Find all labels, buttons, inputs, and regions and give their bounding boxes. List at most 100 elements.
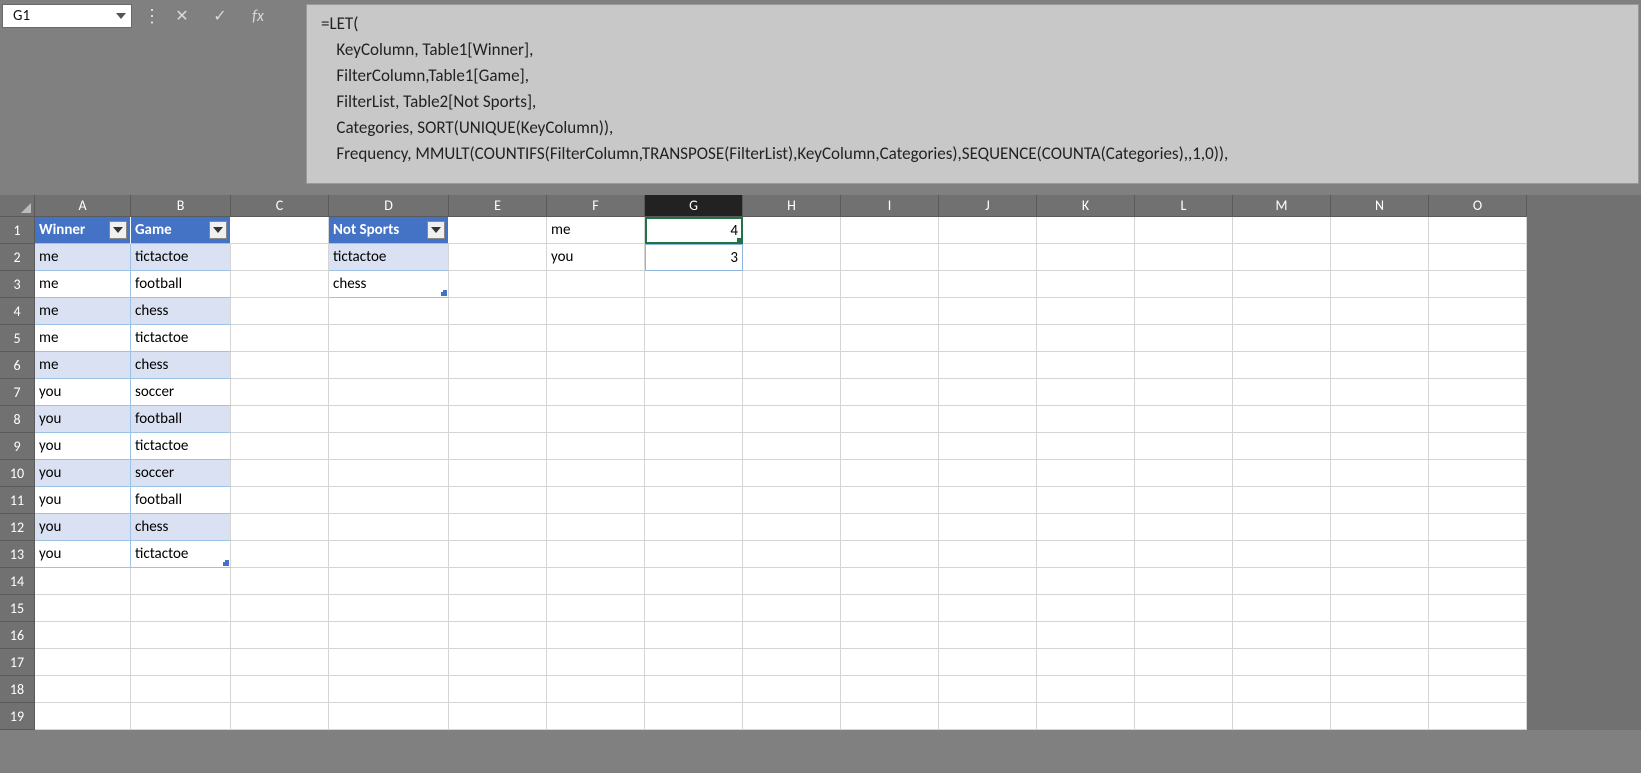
cell[interactable] — [939, 325, 1037, 352]
cell[interactable] — [1037, 487, 1135, 514]
cell[interactable] — [1135, 406, 1233, 433]
select-all-button[interactable] — [0, 195, 35, 217]
cell[interactable] — [645, 406, 743, 433]
cell[interactable]: you — [35, 379, 131, 406]
cell[interactable] — [231, 676, 329, 703]
cell[interactable] — [547, 271, 645, 298]
cell[interactable] — [939, 244, 1037, 271]
cell[interactable]: me — [35, 244, 131, 271]
cell[interactable]: tictactoe — [131, 433, 231, 460]
cell[interactable] — [1331, 217, 1429, 244]
cell[interactable] — [329, 622, 449, 649]
cell[interactable] — [1233, 325, 1331, 352]
cell[interactable] — [645, 568, 743, 595]
cell[interactable] — [645, 325, 743, 352]
cell[interactable] — [1233, 703, 1331, 730]
cell[interactable]: Not Sports — [329, 217, 449, 244]
row-header[interactable]: 1 — [0, 217, 35, 244]
cell[interactable] — [1331, 568, 1429, 595]
cell[interactable] — [449, 460, 547, 487]
cell[interactable] — [1135, 433, 1233, 460]
cell[interactable] — [743, 514, 841, 541]
cell[interactable] — [645, 379, 743, 406]
cell[interactable] — [841, 352, 939, 379]
cell[interactable]: tictactoe — [131, 325, 231, 352]
cell[interactable] — [449, 541, 547, 568]
cell[interactable] — [547, 406, 645, 433]
cell[interactable] — [449, 703, 547, 730]
cell[interactable] — [329, 379, 449, 406]
cell[interactable] — [329, 433, 449, 460]
cell[interactable] — [449, 271, 547, 298]
cell[interactable]: you — [35, 406, 131, 433]
cell[interactable]: you — [35, 433, 131, 460]
filter-dropdown-icon[interactable] — [209, 221, 227, 239]
cell[interactable] — [449, 433, 547, 460]
row-header[interactable]: 8 — [0, 406, 35, 433]
col-header-L[interactable]: L — [1135, 195, 1233, 217]
col-header-G[interactable]: G — [645, 195, 743, 217]
cell[interactable] — [743, 676, 841, 703]
row-header[interactable]: 13 — [0, 541, 35, 568]
cell[interactable] — [1429, 217, 1527, 244]
cell[interactable] — [547, 622, 645, 649]
cell[interactable] — [645, 352, 743, 379]
cell[interactable] — [329, 514, 449, 541]
cell[interactable] — [841, 244, 939, 271]
cell[interactable] — [1135, 541, 1233, 568]
cell[interactable] — [131, 649, 231, 676]
cell[interactable] — [1331, 595, 1429, 622]
cell[interactable]: me — [35, 325, 131, 352]
row-header[interactable]: 14 — [0, 568, 35, 595]
cell[interactable] — [841, 595, 939, 622]
row-header[interactable]: 2 — [0, 244, 35, 271]
cell[interactable] — [1331, 622, 1429, 649]
cell[interactable] — [1429, 541, 1527, 568]
cell[interactable] — [1135, 622, 1233, 649]
cell[interactable] — [1135, 649, 1233, 676]
cell[interactable] — [449, 514, 547, 541]
cell[interactable] — [1233, 298, 1331, 325]
cell[interactable]: you — [35, 460, 131, 487]
cell[interactable] — [131, 703, 231, 730]
cell[interactable] — [329, 352, 449, 379]
cell[interactable] — [939, 703, 1037, 730]
cell[interactable] — [743, 352, 841, 379]
cell[interactable] — [1429, 460, 1527, 487]
cell[interactable] — [1135, 244, 1233, 271]
cell[interactable] — [231, 568, 329, 595]
cell[interactable] — [231, 649, 329, 676]
cell[interactable] — [939, 514, 1037, 541]
row-header[interactable]: 11 — [0, 487, 35, 514]
cell[interactable] — [645, 271, 743, 298]
cell[interactable] — [743, 703, 841, 730]
cell[interactable] — [547, 298, 645, 325]
cell[interactable] — [35, 595, 131, 622]
cell[interactable] — [547, 514, 645, 541]
cell[interactable] — [1429, 298, 1527, 325]
cell[interactable] — [1037, 514, 1135, 541]
cell[interactable] — [1037, 325, 1135, 352]
cell[interactable] — [547, 325, 645, 352]
cell[interactable] — [841, 487, 939, 514]
cell[interactable] — [841, 406, 939, 433]
cell[interactable] — [231, 541, 329, 568]
cell[interactable] — [1429, 433, 1527, 460]
cell[interactable]: 4 — [645, 217, 743, 244]
cell[interactable] — [231, 325, 329, 352]
cell[interactable] — [231, 622, 329, 649]
cell[interactable] — [231, 703, 329, 730]
cell[interactable] — [1429, 352, 1527, 379]
cell[interactable] — [1233, 568, 1331, 595]
cell[interactable] — [841, 676, 939, 703]
cell[interactable] — [1037, 703, 1135, 730]
cell[interactable] — [1135, 676, 1233, 703]
cell[interactable] — [1135, 298, 1233, 325]
cell[interactable] — [35, 622, 131, 649]
cell[interactable] — [1429, 676, 1527, 703]
col-header-D[interactable]: D — [329, 195, 449, 217]
formula-cancel-button[interactable]: ✕ — [172, 6, 192, 26]
cell[interactable] — [131, 595, 231, 622]
cell[interactable]: chess — [131, 514, 231, 541]
cell[interactable] — [841, 649, 939, 676]
